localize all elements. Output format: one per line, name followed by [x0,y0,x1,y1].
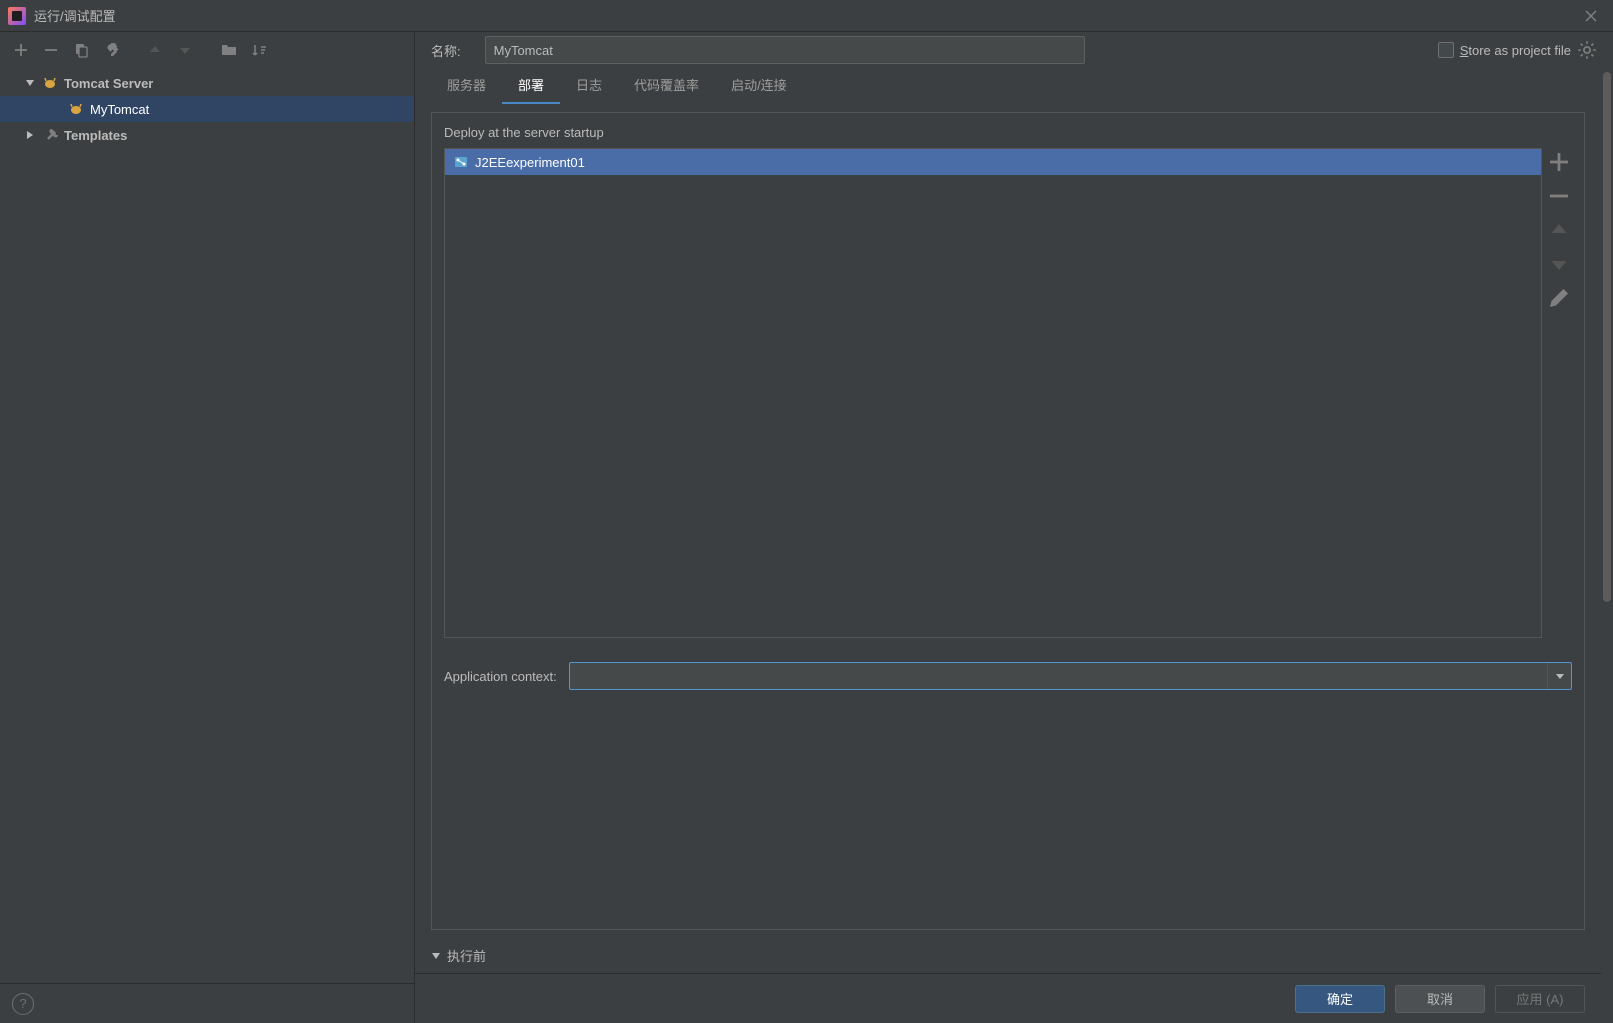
add-config-button[interactable] [8,37,34,63]
edit-artifact-button[interactable] [1547,286,1571,310]
scrollbar[interactable] [1601,68,1613,1023]
dropdown-arrow-icon[interactable] [1547,663,1571,689]
gear-button[interactable] [1577,40,1597,60]
name-input[interactable] [485,36,1085,64]
tab-deployment[interactable]: 部署 [502,68,560,104]
intellij-icon [8,7,26,25]
edit-config-button[interactable] [98,37,124,63]
move-artifact-down-button [1547,252,1571,276]
help-button[interactable]: ? [12,993,34,1015]
ok-button[interactable]: 确定 [1295,985,1385,1013]
deploy-list[interactable]: J2EEexperiment01 [444,148,1542,638]
scrollbar-thumb[interactable] [1603,72,1611,602]
tab-coverage[interactable]: 代码覆盖率 [618,68,715,104]
app-context-combo[interactable] [569,662,1572,690]
deployment-panel: Deploy at the server startup J2EEexperim… [431,112,1585,930]
config-toolbar [0,32,414,68]
remove-config-button[interactable] [38,37,64,63]
tomcat-icon [68,101,84,117]
remove-artifact-button[interactable] [1547,184,1571,208]
tab-startup[interactable]: 启动/连接 [715,68,803,104]
expand-icon [22,127,38,143]
move-up-button[interactable] [142,37,168,63]
copy-config-button[interactable] [68,37,94,63]
tabs: 服务器 部署 日志 代码覆盖率 启动/连接 [415,68,1601,104]
right-panel: 名称: Store as project file 服务器 部署 日志 代码覆盖… [415,32,1613,1023]
config-tree: Tomcat Server MyTomcat Templates [0,68,414,983]
move-artifact-up-button [1547,218,1571,242]
deploy-item[interactable]: J2EEexperiment01 [445,149,1541,175]
tree-tomcat-server[interactable]: Tomcat Server [0,70,414,96]
artifact-icon [453,154,469,170]
tomcat-icon [42,75,58,91]
app-context-label: Application context: [444,669,557,684]
move-down-button[interactable] [172,37,198,63]
cancel-button[interactable]: 取消 [1395,985,1485,1013]
folder-button[interactable] [216,37,242,63]
close-button[interactable] [1577,2,1605,30]
tree-templates[interactable]: Templates [0,122,414,148]
left-panel: Tomcat Server MyTomcat Templates ? [0,32,415,1023]
apply-button: 应用 (A) [1495,985,1585,1013]
expand-icon [22,75,38,91]
window-title: 运行/调试配置 [34,6,116,25]
deploy-section-label: Deploy at the server startup [444,125,1572,140]
app-context-input[interactable] [570,669,1547,684]
sort-button[interactable] [246,37,272,63]
store-label: Store as project file [1460,43,1571,58]
tab-server[interactable]: 服务器 [431,68,502,104]
wrench-icon [42,127,58,143]
title-bar: 运行/调试配置 [0,0,1613,32]
tree-mytomcat[interactable]: MyTomcat [0,96,414,122]
name-label: 名称: [431,41,461,60]
add-artifact-button[interactable] [1547,150,1571,174]
before-launch-toggle[interactable]: 执行前 [431,946,1585,965]
store-checkbox[interactable] [1438,42,1454,58]
tab-logs[interactable]: 日志 [560,68,618,104]
